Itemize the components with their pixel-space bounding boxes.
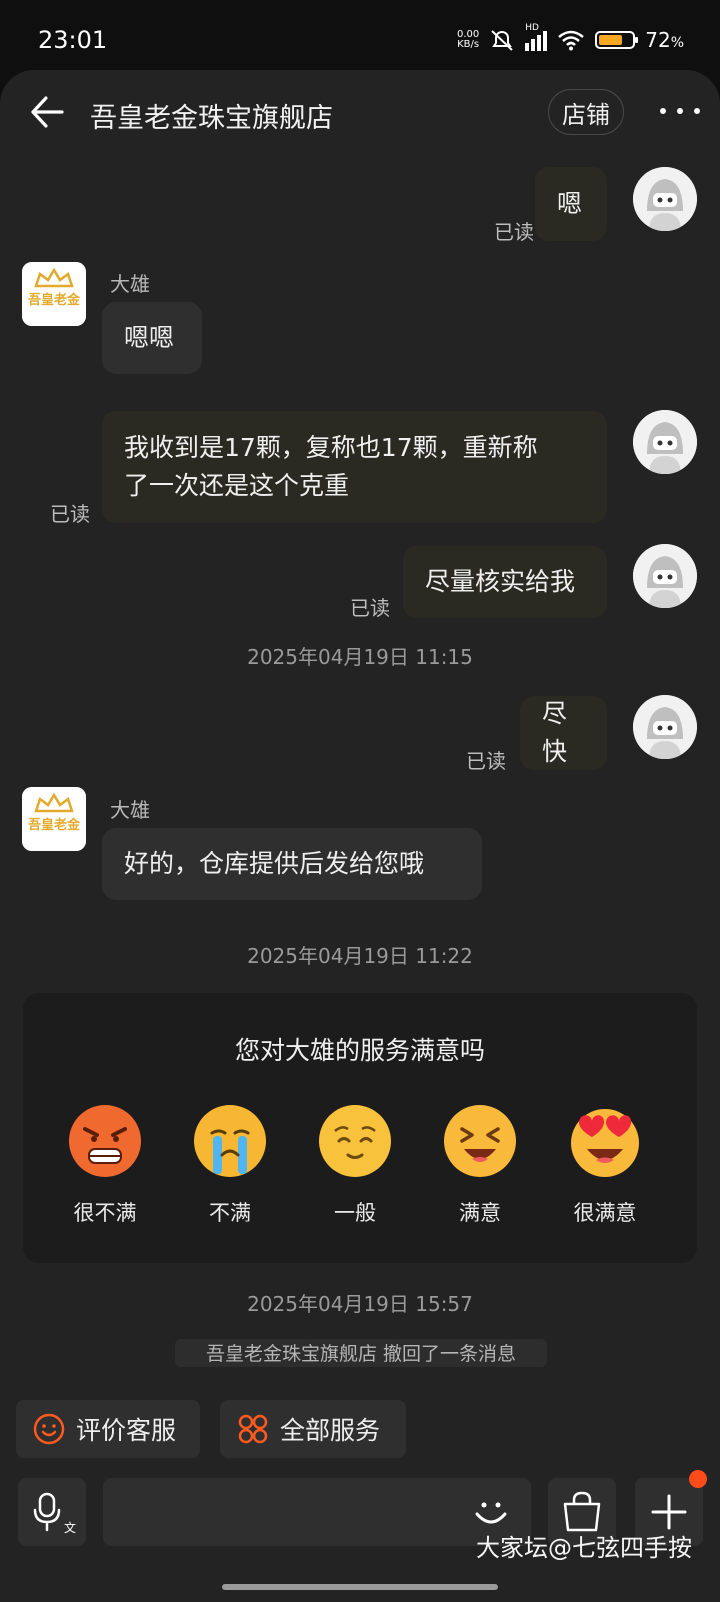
battery-icon — [595, 31, 639, 49]
message-bubble[interactable]: 尽量核实给我 — [403, 546, 607, 618]
all-services-button[interactable]: 全部服务 — [220, 1400, 406, 1458]
message-bubble[interactable]: 嗯 — [535, 167, 607, 241]
rating-option-very-satisfied[interactable]: 很满意 — [550, 1103, 660, 1227]
rate-service-button[interactable]: 评价客服 — [16, 1400, 200, 1458]
rating-option-very-unsatisfied[interactable]: 很不满 — [50, 1103, 160, 1227]
shop-button[interactable]: 店铺 — [548, 89, 624, 135]
shop-logo-text: 吾皇老金 — [28, 292, 81, 308]
more-dot-icon — [660, 108, 666, 114]
laughing-face-icon — [444, 1105, 516, 1177]
rating-option-satisfied[interactable]: 满意 — [425, 1103, 535, 1227]
rate-service-label: 评价客服 — [76, 1416, 177, 1445]
status-bar: 23:01 0.00 KB/s HD 72% — [0, 0, 720, 70]
ninja-avatar-icon — [633, 410, 697, 474]
wifi-icon — [558, 30, 585, 51]
battery-suffix: % — [670, 35, 684, 51]
message-bubble[interactable]: 尽快 — [520, 696, 607, 770]
message-bubble[interactable]: 嗯嗯 — [102, 302, 202, 374]
sender-name: 大雄 — [110, 798, 150, 822]
crown-logo-icon: 吾皇老金 — [22, 787, 86, 851]
emoji-icon[interactable] — [471, 1492, 511, 1532]
svg-text:文: 文 — [64, 1520, 76, 1535]
shop-avatar[interactable]: 吾皇老金 — [22, 787, 86, 851]
read-status: 已读 — [494, 220, 534, 244]
home-indicator[interactable] — [222, 1584, 498, 1590]
rating-label: 很不满 — [73, 1201, 137, 1225]
message-bubble[interactable]: 我收到是17颗，复称也17颗，重新称 了一次还是这个克重 — [102, 411, 607, 523]
status-icons: 0.00 KB/s HD 72% — [457, 23, 684, 52]
angry-face-icon — [69, 1105, 141, 1177]
net-speed: 0.00 KB/s — [457, 30, 479, 50]
heart-eyes-face-icon — [571, 1109, 639, 1177]
signal-icon: HD — [525, 23, 548, 51]
back-arrow-icon[interactable] — [26, 92, 66, 132]
read-status: 已读 — [350, 596, 390, 620]
rating-option-unsatisfied[interactable]: 不满 — [175, 1103, 285, 1227]
rating-option-neutral[interactable]: 一般 — [300, 1103, 410, 1227]
shop-avatar[interactable]: 吾皇老金 — [22, 262, 86, 326]
voice-to-text-icon: 文 — [33, 1492, 76, 1535]
rating-label: 不满 — [209, 1201, 251, 1225]
rating-card-title: 您对大雄的服务满意吗 — [234, 1036, 485, 1065]
ninja-avatar-icon — [633, 167, 697, 231]
mute-alarm-icon — [491, 30, 513, 51]
my-avatar[interactable] — [633, 410, 697, 474]
ninja-avatar-icon — [633, 544, 697, 608]
read-status: 已读 — [466, 749, 506, 773]
rating-label: 很满意 — [573, 1201, 637, 1225]
net-speed-unit: KB/s — [457, 39, 480, 50]
service-rating-card: 您对大雄的服务满意吗 很不满 不满 一般 满意 很满意 — [23, 993, 697, 1263]
network-type: HD — [525, 23, 539, 33]
all-services-label: 全部服务 — [280, 1416, 381, 1445]
recall-notice: 吾皇老金珠宝旗舰店 撤回了一条消息 — [175, 1339, 547, 1367]
watermark: 大家坛@七弦四手按 — [476, 1534, 692, 1562]
more-options-button[interactable] — [660, 96, 700, 126]
sender-name: 大雄 — [110, 272, 150, 296]
message-line: 我收到是17颗，复称也17颗，重新称 — [124, 433, 538, 462]
my-avatar[interactable] — [633, 167, 697, 231]
timestamp: 2025年04月19日 11:15 — [247, 645, 473, 669]
rating-label: 满意 — [459, 1201, 501, 1225]
my-avatar[interactable] — [633, 695, 697, 759]
ninja-avatar-icon — [633, 695, 697, 759]
more-dot-icon — [677, 108, 683, 114]
rating-label: 一般 — [334, 1201, 376, 1225]
status-time: 23:01 — [38, 26, 108, 54]
timestamp: 2025年04月19日 11:22 — [247, 944, 473, 968]
page-title: 吾皇老金珠宝旗舰店 — [90, 103, 333, 134]
message-input[interactable] — [103, 1478, 531, 1546]
message-bubble[interactable]: 好的，仓库提供后发给您哦 — [102, 828, 482, 900]
more-dot-icon — [694, 108, 700, 114]
crown-logo-icon: 吾皇老金 — [22, 262, 86, 326]
my-avatar[interactable] — [633, 544, 697, 608]
timestamp: 2025年04月19日 15:57 — [247, 1292, 473, 1316]
notification-dot — [689, 1470, 707, 1488]
voice-input-button[interactable]: 文 — [18, 1478, 86, 1546]
read-status: 已读 — [50, 502, 90, 526]
services-grid-icon — [238, 1414, 268, 1444]
battery-percent: 72 — [645, 28, 671, 52]
message-line: 了一次还是这个克重 — [124, 471, 350, 500]
crying-face-icon — [194, 1105, 266, 1177]
neutral-face-icon — [319, 1105, 391, 1177]
shop-logo-text: 吾皇老金 — [28, 817, 81, 833]
smile-circle-icon — [33, 1413, 65, 1445]
